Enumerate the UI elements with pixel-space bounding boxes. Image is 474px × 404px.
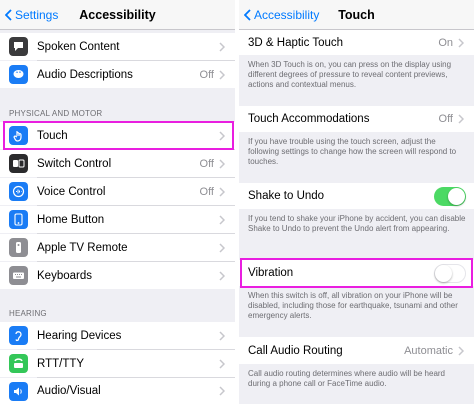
row-call-audio-routing[interactable]: Call Audio Routing Automatic bbox=[239, 337, 474, 364]
row-rtt-tty[interactable]: RTT/TTY bbox=[0, 350, 235, 377]
chevron-right-icon bbox=[219, 158, 225, 169]
row-switch-control[interactable]: Switch Control Off bbox=[0, 150, 235, 177]
row-3d-haptic-touch[interactable]: 3D & Haptic Touch On bbox=[239, 30, 474, 55]
back-button[interactable]: Accessibility bbox=[244, 8, 319, 22]
accessibility-screen: Settings Accessibility Spoken Content “”… bbox=[0, 0, 235, 404]
speaker-icon bbox=[9, 381, 28, 401]
hand-icon bbox=[9, 126, 28, 145]
row-label: Audio Descriptions bbox=[37, 68, 133, 81]
chevron-right-icon bbox=[219, 186, 225, 197]
row-apple-tv-remote[interactable]: Apple TV Remote bbox=[0, 234, 235, 261]
row-value: Off bbox=[438, 113, 453, 125]
row-value: Off bbox=[199, 68, 214, 81]
row-label: Touch Accommodations bbox=[248, 113, 370, 125]
shake-footer: If you tend to shake your iPhone by acci… bbox=[248, 214, 466, 233]
row-label: Touch bbox=[37, 129, 68, 142]
chevron-right-icon bbox=[219, 270, 225, 281]
chevron-right-icon bbox=[219, 358, 225, 369]
chevron-right-icon bbox=[458, 37, 464, 48]
quote-bubble-icon: “” bbox=[9, 65, 28, 84]
chevron-right-icon bbox=[219, 330, 225, 341]
chevron-right-icon bbox=[458, 114, 464, 124]
row-voice-control[interactable]: Voice Control Off bbox=[0, 178, 235, 205]
section-header-physical: PHYSICAL AND MOTOR bbox=[9, 109, 103, 118]
touch-screen: Accessibility Touch 3D & Haptic Touch On… bbox=[239, 0, 474, 404]
haptic-footer: When 3D Touch is on, you can press on th… bbox=[248, 60, 452, 89]
row-touch-accommodations[interactable]: Touch Accommodations Off bbox=[239, 106, 474, 132]
call-routing-footer: Call audio routing determines where audi… bbox=[248, 369, 446, 388]
row-spoken-content[interactable]: Spoken Content bbox=[0, 33, 235, 60]
row-label: Spoken Content bbox=[37, 40, 120, 53]
toggle-knob bbox=[448, 187, 465, 205]
row-value: Off bbox=[199, 157, 214, 170]
switch-control-icon bbox=[9, 154, 28, 173]
row-value: On bbox=[438, 36, 453, 49]
row-audio-visual[interactable]: Audio/Visual bbox=[0, 378, 235, 404]
row-value: Automatic bbox=[404, 344, 453, 357]
back-button-label: Settings bbox=[15, 8, 59, 22]
keyboard-icon bbox=[9, 266, 28, 285]
row-touch[interactable]: Touch bbox=[0, 122, 235, 149]
row-label: Shake to Undo bbox=[248, 190, 325, 202]
chevron-right-icon bbox=[219, 386, 225, 396]
row-audio-descriptions[interactable]: “” Audio Descriptions Off bbox=[0, 61, 235, 88]
row-label: Voice Control bbox=[37, 185, 106, 198]
row-label: Home Button bbox=[37, 213, 105, 226]
row-label: Vibration bbox=[248, 267, 294, 279]
tty-icon bbox=[9, 354, 28, 373]
row-label: Hearing Devices bbox=[37, 329, 122, 342]
ear-icon bbox=[9, 326, 28, 345]
voice-control-icon bbox=[9, 182, 28, 201]
speech-bubble-icon bbox=[9, 37, 28, 56]
vibration-footer: When this switch is off, all vibration o… bbox=[248, 291, 458, 320]
chevron-right-icon bbox=[219, 41, 225, 52]
row-label: Keyboards bbox=[37, 269, 92, 282]
row-label: Switch Control bbox=[37, 157, 112, 170]
chevron-right-icon bbox=[219, 242, 225, 253]
row-label: RTT/TTY bbox=[37, 357, 85, 370]
row-label: Apple TV Remote bbox=[37, 241, 128, 254]
toggle-knob bbox=[435, 264, 452, 282]
row-vibration: Vibration bbox=[239, 260, 474, 286]
row-home-button[interactable]: Home Button bbox=[0, 206, 235, 233]
row-keyboards[interactable]: Keyboards bbox=[0, 262, 235, 289]
row-hearing-devices[interactable]: Hearing Devices bbox=[0, 322, 235, 349]
back-button[interactable]: Settings bbox=[5, 8, 58, 22]
vibration-toggle[interactable] bbox=[434, 263, 466, 283]
shake-to-undo-toggle[interactable] bbox=[434, 186, 466, 206]
chevron-left-icon bbox=[244, 9, 251, 21]
row-value: Off bbox=[199, 185, 214, 198]
chevron-right-icon bbox=[219, 130, 225, 141]
row-label: 3D & Haptic Touch bbox=[248, 36, 344, 49]
section-header-hearing: HEARING bbox=[9, 309, 47, 318]
chevron-right-icon bbox=[219, 69, 225, 80]
nav-bar: Settings Accessibility bbox=[0, 0, 235, 30]
back-button-label: Accessibility bbox=[254, 8, 320, 22]
chevron-right-icon bbox=[458, 345, 464, 356]
accommodations-footer: If you have trouble using the touch scre… bbox=[248, 137, 457, 166]
nav-bar: Accessibility Touch bbox=[239, 0, 474, 30]
svg-text:“”: “” bbox=[15, 71, 21, 78]
home-button-icon bbox=[9, 210, 28, 229]
remote-icon bbox=[9, 238, 28, 257]
row-shake-to-undo: Shake to Undo bbox=[239, 183, 474, 209]
chevron-left-icon bbox=[5, 9, 12, 21]
chevron-right-icon bbox=[219, 214, 225, 225]
row-label: Call Audio Routing bbox=[248, 344, 343, 357]
row-label: Audio/Visual bbox=[37, 385, 101, 397]
